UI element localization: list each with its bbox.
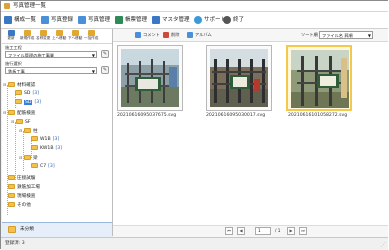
folder-icon bbox=[31, 163, 38, 168]
status-text: 登録済: 3 bbox=[5, 241, 25, 246]
photo-toolbar: コメント 削除 アルバム ソート順 ファイル名 昇順 ▼ bbox=[113, 29, 388, 42]
photo-filename: 20210616101058272.svg bbox=[288, 113, 348, 118]
folder-icon bbox=[8, 193, 15, 198]
edit-process-button[interactable]: ✎ bbox=[101, 50, 109, 58]
page-total: / 1 bbox=[275, 228, 281, 233]
pen-icon: ✎ bbox=[102, 51, 108, 57]
photo-icon bbox=[78, 16, 86, 24]
page-input[interactable]: 1 bbox=[255, 227, 271, 235]
title-bar: 写真管理一覧 bbox=[1, 1, 388, 12]
process-select[interactable]: ファイル管理の施工事業 ▼ bbox=[5, 51, 97, 58]
folder-icon bbox=[8, 184, 15, 189]
tree-node[interactable]: C7 [3] bbox=[31, 163, 55, 171]
photo-panel: コメント 削除 アルバム ソート順 ファイル名 昇順 ▼ 20210616095… bbox=[113, 29, 388, 237]
menu-bar: 構成一覧 写真登録 写真管理 帳票管理 マスタ管理 サポート 終了 bbox=[1, 12, 388, 29]
tree-node[interactable]: その他 bbox=[8, 202, 31, 210]
list-icon bbox=[4, 16, 12, 24]
folder-icon bbox=[8, 202, 15, 207]
sort-select[interactable]: ファイル名 昇順 ▼ bbox=[319, 31, 373, 39]
tree-guide bbox=[15, 122, 16, 180]
tree-node[interactable]: 現場検査 bbox=[8, 193, 35, 201]
photo-thumbnail-selected[interactable] bbox=[286, 45, 352, 111]
chevron-right-icon: ▶ bbox=[289, 228, 293, 233]
prev-page-button[interactable]: ◀ bbox=[237, 227, 245, 235]
delete-icon bbox=[163, 32, 169, 38]
status-bar: 登録済: 3 ⋰ bbox=[1, 237, 388, 250]
folder-tree: ⊟ 材料確認 SD [3] SD [3] ⊟ 配筋検査 ⊟ SF ⊟ 柱 W1B [3] KW… bbox=[2, 81, 112, 219]
folder-icon bbox=[15, 99, 22, 104]
edit-work-button[interactable]: ✎ bbox=[101, 66, 109, 74]
photo-image bbox=[210, 49, 268, 107]
move-up-button[interactable]: 上へ移動 bbox=[52, 30, 66, 42]
last-page-button[interactable]: ⏭ bbox=[299, 227, 307, 235]
photo-image bbox=[291, 50, 349, 108]
photo-image bbox=[121, 49, 179, 107]
chevron-down-icon: ▼ bbox=[91, 69, 95, 74]
refresh-button[interactable]: 更新 bbox=[4, 30, 18, 42]
move-down-button[interactable]: 下へ移動 bbox=[68, 30, 82, 42]
tree-node[interactable]: SD [3] bbox=[15, 90, 39, 98]
tree-node[interactable]: KW1B [3] bbox=[31, 145, 62, 153]
photo-thumbnail[interactable] bbox=[206, 45, 272, 111]
folder-icon bbox=[24, 128, 31, 133]
unclassified-folder[interactable]: 未分類 bbox=[2, 222, 112, 237]
tree-node[interactable]: ⊟ 材料確認 bbox=[3, 81, 37, 89]
pager: ⏮ ◀ 1 / 1 ▶ ⏭ bbox=[113, 225, 388, 237]
app-window: 写真管理一覧 構成一覧 写真登録 写真管理 帳票管理 マスタ管理 サポート 終了… bbox=[0, 0, 388, 250]
tree-node[interactable]: 圧接試験 bbox=[8, 175, 35, 183]
report-icon bbox=[115, 16, 123, 24]
window-title: 写真管理一覧 bbox=[13, 3, 47, 9]
tree-node[interactable]: ⊟ 梁 bbox=[19, 154, 38, 162]
folder-icon bbox=[31, 136, 38, 141]
folder-icon bbox=[8, 82, 15, 87]
tree-node[interactable]: 鉄筋加工場 bbox=[8, 184, 40, 192]
folder-icon bbox=[15, 90, 22, 95]
tree-node[interactable]: ⊟ 配筋検査 bbox=[3, 109, 35, 117]
tree-node[interactable]: ⊟ SF bbox=[11, 118, 31, 126]
work-select[interactable]: 鉄板工事 ▼ bbox=[5, 67, 97, 74]
tree-node[interactable]: ⊟ 柱 bbox=[19, 127, 38, 135]
comment-icon bbox=[135, 32, 141, 38]
tree-node[interactable]: W1B [3] bbox=[31, 136, 59, 144]
app-icon bbox=[4, 3, 10, 9]
chevron-down-icon: ▼ bbox=[91, 53, 95, 58]
left-toolbar: 更新 新規作成 名称変更 上へ移動 下へ移動 一括作成 bbox=[2, 29, 112, 44]
tree-node-selected[interactable]: SD [3] bbox=[15, 99, 41, 107]
folder-icon bbox=[16, 119, 23, 124]
folder-icon bbox=[8, 110, 15, 115]
chevron-down-icon: ▼ bbox=[367, 33, 371, 38]
folder-icon bbox=[31, 145, 38, 150]
chevron-left-icon: ◀ bbox=[239, 228, 243, 233]
photo-filename: 20210616095037675.svg bbox=[117, 113, 177, 118]
folder-icon bbox=[8, 226, 16, 233]
new-folder-button[interactable]: 新規作成 bbox=[20, 30, 34, 42]
pen-icon: ✎ bbox=[102, 67, 108, 73]
folder-icon bbox=[8, 175, 15, 180]
gear-icon bbox=[223, 16, 231, 24]
photo-thumbnail[interactable] bbox=[117, 45, 183, 111]
first-page-icon: ⏮ bbox=[227, 228, 231, 233]
resize-grip-icon[interactable]: ⋰ bbox=[381, 242, 386, 248]
batch-create-button[interactable]: 一括作成 bbox=[84, 30, 98, 42]
next-page-button[interactable]: ▶ bbox=[287, 227, 295, 235]
tree-guide bbox=[23, 131, 24, 171]
folder-icon bbox=[24, 155, 31, 160]
rename-button[interactable]: 名称変更 bbox=[36, 30, 50, 42]
first-page-button[interactable]: ⏮ bbox=[225, 227, 233, 235]
support-icon bbox=[194, 16, 202, 24]
camera-icon bbox=[41, 16, 49, 24]
last-page-icon: ⏭ bbox=[301, 228, 305, 233]
photo-filename: 20210616095030017.svg bbox=[206, 113, 266, 118]
left-panel: 更新 新規作成 名称変更 上へ移動 下へ移動 一括作成 施工工程 ファイル管理の… bbox=[2, 29, 113, 237]
master-icon bbox=[152, 16, 160, 24]
sort-label: ソート順 bbox=[301, 32, 318, 37]
album-icon bbox=[187, 32, 193, 38]
